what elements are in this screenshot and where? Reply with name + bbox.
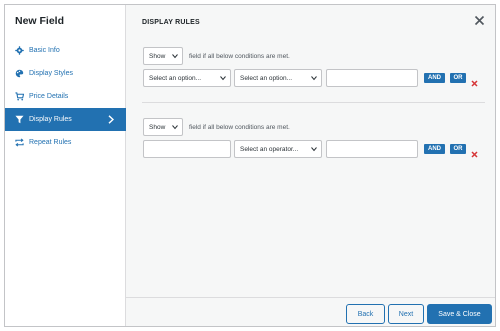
modal-title: New Field [15,15,65,27]
action-select-value: Show [149,123,166,131]
action-select-value: Show [149,52,166,60]
close-icon[interactable] [474,13,485,26]
section-title: DISPLAY RULES [142,19,200,26]
chevron-down-icon [220,76,226,81]
operator-select[interactable]: Select an operator... [234,140,322,158]
chevron-right-icon [108,115,114,124]
sidebar-nav: Basic Info Display Styles Price Details [5,39,126,154]
sidebar-item-label: Repeat Rules [29,139,72,146]
modal-window: New Field Basic Info Display Styles Pric… [4,4,496,327]
option-select[interactable] [143,140,231,158]
sidebar-item-display-rules[interactable]: Display Rules [5,108,126,131]
and-button[interactable]: AND [424,73,445,83]
or-button[interactable]: OR [450,73,466,83]
sidebar-item-repeat-rules[interactable]: Repeat Rules [5,131,126,154]
condition-text: field if all below conditions are met. [189,53,290,60]
repeat-icon [15,138,24,147]
condition-text: field if all below conditions are met. [189,124,290,131]
chevron-down-icon [311,76,317,81]
option-select-value: Select an option... [149,74,202,82]
option-select[interactable]: Select an option... [143,69,231,87]
or-button[interactable]: OR [450,144,466,154]
operator-select-value: Select an operator... [240,145,299,153]
chevron-down-icon [172,125,178,130]
sidebar-item-label: Display Styles [29,70,73,77]
sidebar-item-label: Display Rules [29,116,72,123]
gear-icon [15,46,24,55]
sidebar: New Field Basic Info Display Styles Pric… [5,5,126,326]
remove-rule-icon[interactable] [471,74,478,87]
sidebar-item-label: Price Details [29,93,69,100]
divider [142,102,485,103]
operator-select-value: Select an option... [240,74,293,82]
operator-select[interactable]: Select an option... [234,69,322,87]
back-button[interactable]: Back [346,304,385,324]
action-select[interactable]: Show [143,118,183,136]
and-button[interactable]: AND [424,144,445,154]
sidebar-item-display-styles[interactable]: Display Styles [5,62,126,85]
sidebar-item-basic-info[interactable]: Basic Info [5,39,126,62]
chevron-down-icon [311,147,317,152]
cart-icon [15,92,24,101]
value-input[interactable] [326,69,418,87]
remove-rule-icon[interactable] [471,145,478,158]
save-close-button[interactable]: Save & Close [427,304,492,324]
modal-footer: Back Next Save & Close [126,297,495,326]
sidebar-item-price-details[interactable]: Price Details [5,85,126,108]
main-panel: DISPLAY RULES Show field if all below co… [126,5,495,326]
chevron-down-icon [172,54,178,59]
palette-icon [15,69,24,78]
value-input[interactable] [326,140,418,158]
next-button[interactable]: Next [388,304,424,324]
sidebar-item-label: Basic Info [29,47,60,54]
action-select[interactable]: Show [143,47,183,65]
filter-icon [15,115,24,124]
